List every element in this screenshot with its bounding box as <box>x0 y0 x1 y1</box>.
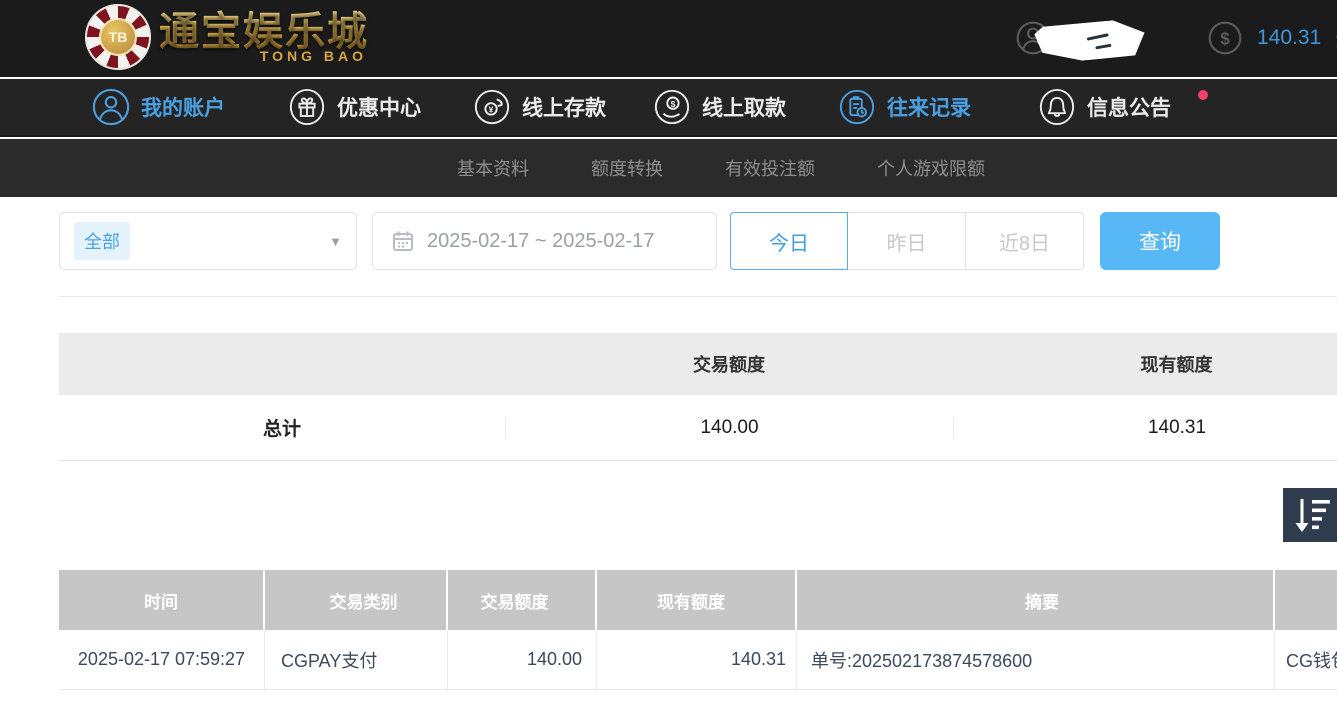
quick-date-buttons: 今日 昨日 近8日 <box>730 212 1084 270</box>
site-logo[interactable]: TB 通宝娱乐城 TONG BAO <box>85 4 369 70</box>
nav-label: 线上取款 <box>702 92 786 122</box>
summary-total-label: 总计 <box>59 414 505 441</box>
nav-item-online-withdrawal[interactable]: $ 线上取款 <box>653 79 786 135</box>
subnav-item-credit-transfer[interactable]: 额度转换 <box>591 155 663 181</box>
top-header: TB 通宝娱乐城 TONG BAO 25 $ 140.31 元 <box>0 0 1337 77</box>
records-clipboard-clock-icon <box>838 88 876 126</box>
svg-text:¥: ¥ <box>489 105 494 115</box>
balance-widget[interactable]: $ 140.31 元 <box>1207 20 1337 56</box>
subnav-item-game-limits[interactable]: 个人游戏限额 <box>877 155 985 181</box>
summary-col-current-amount: 现有额度 <box>953 351 1337 377</box>
subnav-item-valid-bets[interactable]: 有效投注额 <box>725 155 815 181</box>
cell-trade-amount: 140.00 <box>448 630 597 689</box>
nav-item-transaction-records[interactable]: 往来记录 <box>838 79 971 135</box>
withdraw-hand-dollar-icon: $ <box>653 88 691 126</box>
type-select-value: 全部 <box>74 222 130 260</box>
gift-icon <box>288 88 326 126</box>
balance-amount: 140.31 <box>1257 26 1321 50</box>
summary-current-amount: 140.31 <box>953 417 1337 439</box>
date-range-value: 2025-02-17 ~ 2025-02-17 <box>427 230 654 253</box>
subnav-item-basic-info[interactable]: 基本资料 <box>457 155 529 181</box>
cell-current-amount: 140.31 <box>597 630 797 689</box>
main-nav: 我的账户 优惠中心 ¥ 线上存款 $ <box>0 79 1337 137</box>
yesterday-button[interactable]: 昨日 <box>848 212 966 270</box>
nav-item-announcements[interactable]: 信息公告 <box>1038 79 1171 135</box>
cell-remark: CG钱包 <box>1275 630 1337 689</box>
cell-summary: 单号:202502173874578600 <box>797 630 1275 689</box>
nav-item-promotions[interactable]: 优惠中心 <box>288 79 421 135</box>
notification-dot <box>1198 90 1208 100</box>
section-divider <box>59 296 1337 297</box>
nav-label: 往来记录 <box>887 92 971 122</box>
dollar-circle-icon: $ <box>1207 20 1243 56</box>
col-time: 时间 <box>59 570 265 630</box>
nav-item-online-deposit[interactable]: ¥ 线上存款 <box>473 79 606 135</box>
poker-chip-icon: TB <box>85 4 151 70</box>
deposit-hand-coin-icon: ¥ <box>473 88 511 126</box>
summary-table-header: 交易额度 现有额度 <box>59 333 1337 395</box>
user-circle-icon <box>92 88 130 126</box>
today-button[interactable]: 今日 <box>730 212 848 270</box>
summary-total-row: 总计 140.00 140.31 <box>59 395 1337 461</box>
nav-item-my-account[interactable]: 我的账户 <box>92 79 225 135</box>
type-select[interactable]: 全部 ▼ <box>59 212 357 270</box>
col-type: 交易类别 <box>265 570 448 630</box>
brand-name-en: TONG BAO <box>260 48 367 64</box>
records-table: 时间 交易类别 交易额度 现有额度 摘要 备注 2025-02-17 07:59… <box>59 570 1337 690</box>
transaction-records-page: TB 通宝娱乐城 TONG BAO 25 $ 140.31 元 <box>0 0 1337 707</box>
summary-table: 交易额度 现有额度 总计 140.00 140.31 <box>59 333 1337 461</box>
col-remark: 备注 <box>1275 570 1337 630</box>
bell-icon <box>1038 88 1076 126</box>
chip-monogram: TB <box>99 18 137 56</box>
last-8-days-button[interactable]: 近8日 <box>966 212 1084 270</box>
table-row: 2025-02-17 07:59:27 CGPAY支付 140.00 140.3… <box>59 630 1337 690</box>
svg-text:$: $ <box>671 99 676 109</box>
nav-label: 优惠中心 <box>337 92 421 122</box>
cell-time: 2025-02-17 07:59:27 <box>59 630 265 689</box>
nav-label: 线上存款 <box>522 92 606 122</box>
chevron-down-icon: ▼ <box>329 234 342 249</box>
col-summary: 摘要 <box>797 570 1275 630</box>
nav-label: 我的账户 <box>141 92 225 122</box>
summary-trade-amount: 140.00 <box>505 417 953 439</box>
query-button[interactable]: 查询 <box>1100 212 1220 270</box>
sort-descending-button[interactable] <box>1283 488 1337 542</box>
date-range-input[interactable]: 2025-02-17 ~ 2025-02-17 <box>372 212 717 270</box>
nav-label: 信息公告 <box>1087 92 1171 122</box>
svg-text:$: $ <box>1220 29 1230 48</box>
sub-nav: 基本资料 额度转换 有效投注额 个人游戏限额 <box>0 139 1337 197</box>
summary-col-trade-amount: 交易额度 <box>505 351 953 377</box>
cell-type: CGPAY支付 <box>265 630 448 689</box>
records-table-header: 时间 交易类别 交易额度 现有额度 摘要 备注 <box>59 570 1337 630</box>
col-current-amount: 现有额度 <box>597 570 797 630</box>
calendar-icon <box>391 229 415 253</box>
col-trade-amount: 交易额度 <box>448 570 597 630</box>
sort-descending-icon <box>1283 488 1337 542</box>
